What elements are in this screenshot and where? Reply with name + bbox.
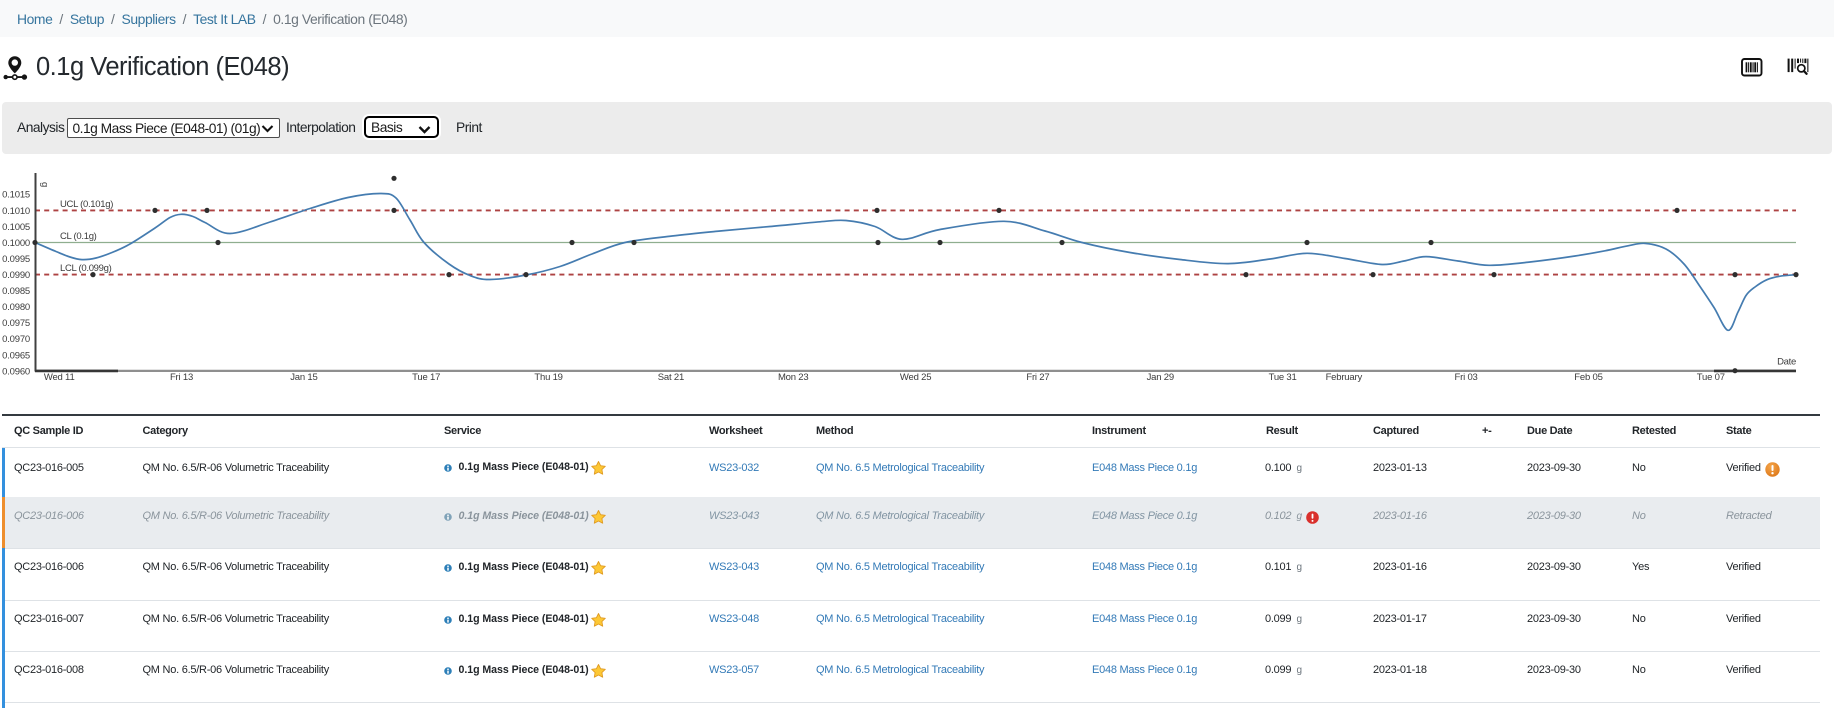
svg-text:0.0980: 0.0980 — [2, 302, 30, 313]
svg-text:Fri 27: Fri 27 — [1026, 372, 1049, 383]
svg-text:Jan 15: Jan 15 — [290, 372, 317, 383]
svg-text:Wed 25: Wed 25 — [900, 372, 931, 383]
svg-text:Feb 05: Feb 05 — [1574, 372, 1602, 383]
svg-text:0.0965: 0.0965 — [2, 350, 30, 361]
svg-text:Fri 13: Fri 13 — [170, 372, 193, 383]
svg-text:Thu 19: Thu 19 — [534, 372, 562, 383]
svg-text:Tue 07: Tue 07 — [1697, 372, 1725, 383]
svg-text:CL (0.1g): CL (0.1g) — [60, 231, 97, 242]
svg-text:0.1005: 0.1005 — [2, 222, 30, 233]
svg-text:Sat 21: Sat 21 — [658, 372, 684, 383]
svg-text:0.0975: 0.0975 — [2, 318, 30, 329]
svg-text:0.0990: 0.0990 — [2, 270, 30, 281]
svg-text:LCL (0.099g): LCL (0.099g) — [60, 263, 112, 274]
svg-text:Wed 11: Wed 11 — [44, 372, 75, 383]
svg-text:0.0970: 0.0970 — [2, 334, 30, 345]
svg-text:Tue 31: Tue 31 — [1269, 372, 1297, 383]
svg-text:0.1010: 0.1010 — [2, 206, 30, 217]
svg-text:0.0985: 0.0985 — [2, 286, 30, 297]
svg-text:0.0995: 0.0995 — [2, 254, 30, 265]
svg-text:Date: Date — [1777, 357, 1796, 368]
svg-text:0.1000: 0.1000 — [2, 238, 30, 249]
svg-text:0.1015: 0.1015 — [2, 190, 30, 201]
svg-text:0.0960: 0.0960 — [2, 366, 30, 377]
svg-text:g: g — [39, 182, 50, 187]
svg-text:Tue 17: Tue 17 — [412, 372, 440, 383]
svg-text:Fri 03: Fri 03 — [1455, 372, 1478, 383]
svg-text:Jan 29: Jan 29 — [1147, 372, 1174, 383]
svg-text:UCL (0.101g): UCL (0.101g) — [60, 199, 113, 210]
svg-text:February: February — [1326, 372, 1363, 383]
svg-text:Mon 23: Mon 23 — [778, 372, 809, 383]
